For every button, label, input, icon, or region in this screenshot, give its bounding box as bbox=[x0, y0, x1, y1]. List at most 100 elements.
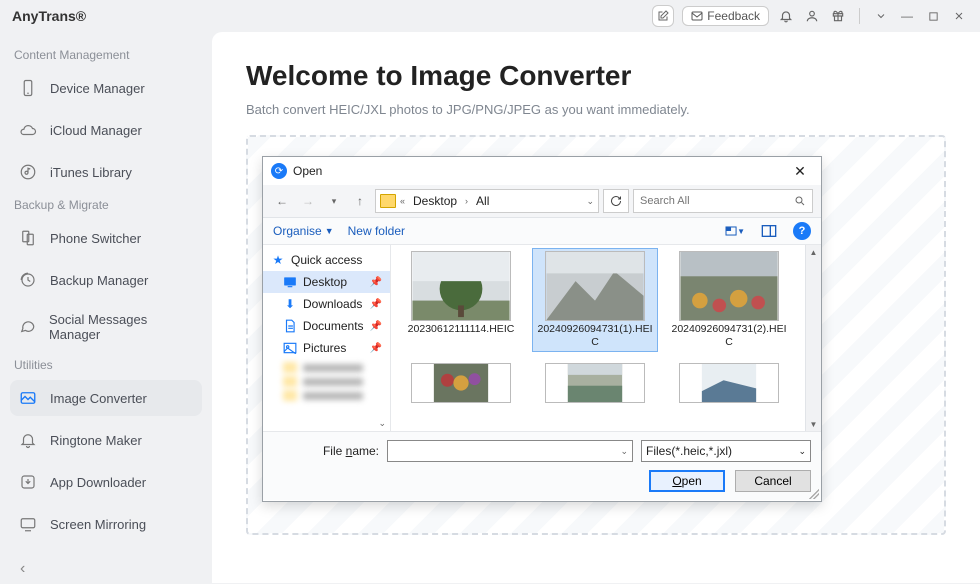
view-mode-button[interactable]: ▼ bbox=[725, 222, 745, 240]
maximize-button[interactable] bbox=[924, 5, 942, 27]
nav-downloads[interactable]: ⬇ Downloads 📌 bbox=[263, 293, 390, 315]
phone-icon bbox=[18, 78, 38, 98]
chevron-left-icon: « bbox=[400, 196, 405, 206]
sidebar-item-phone-switcher[interactable]: Phone Switcher bbox=[10, 220, 202, 256]
user-icon[interactable] bbox=[803, 5, 821, 27]
nav-documents[interactable]: Documents 📌 bbox=[263, 315, 390, 337]
file-item[interactable] bbox=[399, 361, 523, 405]
chat-icon bbox=[18, 317, 37, 337]
organise-menu[interactable]: Organise ▼ bbox=[273, 224, 334, 238]
pin-icon: 📌 bbox=[370, 321, 382, 332]
sidebar-item-label: Ringtone Maker bbox=[50, 433, 142, 448]
section-label: Backup & Migrate bbox=[14, 198, 202, 212]
scrollbar[interactable]: ▲ ▼ bbox=[805, 245, 821, 431]
arrow-down-icon: ⬇ bbox=[283, 297, 297, 311]
app-name: AnyTrans® bbox=[12, 8, 86, 24]
sidebar-item-label: App Downloader bbox=[50, 475, 146, 490]
nav-forward-button: → bbox=[297, 190, 319, 212]
thumbnail bbox=[411, 363, 511, 403]
section-label: Content Management bbox=[14, 48, 202, 62]
search-field[interactable] bbox=[640, 195, 788, 207]
file-item[interactable] bbox=[667, 361, 791, 405]
document-icon bbox=[283, 319, 297, 333]
close-icon[interactable]: ✕ bbox=[787, 160, 813, 182]
nav-item-blurred bbox=[263, 390, 390, 401]
desktop-icon bbox=[283, 275, 297, 289]
filename-input[interactable]: ⌄ bbox=[387, 440, 633, 462]
close-button[interactable] bbox=[950, 5, 968, 27]
phone-switch-icon bbox=[18, 228, 38, 248]
refresh-button[interactable] bbox=[603, 189, 629, 213]
page-title: Welcome to Image Converter bbox=[246, 60, 946, 92]
sidebar-item-ringtone-maker[interactable]: Ringtone Maker bbox=[10, 422, 202, 458]
sidebar-item-app-downloader[interactable]: App Downloader bbox=[10, 464, 202, 500]
file-item[interactable]: 20230612111114.HEIC bbox=[399, 249, 523, 351]
sidebar-item-itunes-library[interactable]: iTunes Library bbox=[10, 154, 202, 190]
sidebar-item-label: Social Messages Manager bbox=[49, 312, 194, 342]
sidebar-item-label: iCloud Manager bbox=[50, 123, 142, 138]
notify-icon[interactable] bbox=[777, 5, 795, 27]
edit-icon[interactable] bbox=[652, 5, 674, 27]
sidebar-item-label: Backup Manager bbox=[50, 273, 148, 288]
filetype-select[interactable]: Files(*.heic,*.jxl) ⌄ bbox=[641, 440, 811, 462]
nav-recent-button[interactable]: ▾ bbox=[323, 190, 345, 212]
file-item[interactable] bbox=[533, 361, 657, 405]
image-icon bbox=[18, 388, 38, 408]
chevron-down-icon[interactable]: ⌄ bbox=[620, 446, 628, 457]
path-segment[interactable]: All bbox=[472, 194, 493, 208]
search-icon bbox=[794, 195, 806, 207]
thumbnail bbox=[545, 363, 645, 403]
new-folder-button[interactable]: New folder bbox=[348, 224, 405, 238]
bell-icon bbox=[18, 430, 38, 450]
sidebar-item-label: Screen Mirroring bbox=[50, 517, 146, 532]
pin-icon: 📌 bbox=[370, 277, 382, 288]
nav-desktop[interactable]: Desktop 📌 bbox=[263, 271, 390, 293]
thumbnail bbox=[545, 251, 645, 321]
resize-handle[interactable] bbox=[809, 489, 819, 499]
nav-quick-access[interactable]: ★ Quick access bbox=[263, 249, 390, 271]
nav-up-button[interactable]: ↑ bbox=[349, 190, 371, 212]
help-icon[interactable]: ? bbox=[793, 222, 811, 240]
sidebar-item-social-messages[interactable]: Social Messages Manager bbox=[10, 304, 202, 350]
sidebar-item-screen-mirroring[interactable]: Screen Mirroring bbox=[10, 506, 202, 542]
file-list[interactable]: 20230612111114.HEIC 20240926094731(1).HE… bbox=[391, 245, 821, 431]
chevron-down-icon[interactable] bbox=[872, 5, 890, 27]
collapse-button[interactable]: ‹ bbox=[10, 554, 35, 584]
sidebar-item-label: Device Manager bbox=[50, 81, 145, 96]
thumbnail bbox=[679, 363, 779, 403]
cancel-button[interactable]: Cancel bbox=[735, 470, 811, 492]
gift-icon[interactable] bbox=[829, 5, 847, 27]
sidebar-item-icloud-manager[interactable]: iCloud Manager bbox=[10, 112, 202, 148]
file-item[interactable]: 20240926094731(1).HEIC bbox=[533, 249, 657, 351]
picture-icon bbox=[283, 341, 297, 355]
sidebar-item-device-manager[interactable]: Device Manager bbox=[10, 70, 202, 106]
scroll-up-icon[interactable]: ▲ bbox=[806, 245, 821, 259]
expand-icon[interactable]: ⌄ bbox=[378, 418, 386, 429]
path-segment[interactable]: Desktop bbox=[409, 194, 461, 208]
feedback-label: Feedback bbox=[707, 9, 760, 23]
nav-back-button[interactable]: ← bbox=[271, 190, 293, 212]
thumbnail bbox=[411, 251, 511, 321]
page-subtitle: Batch convert HEIC/JXL photos to JPG/PNG… bbox=[246, 102, 946, 117]
scroll-down-icon[interactable]: ▼ bbox=[806, 417, 821, 431]
sidebar: Content Management Device Manager iCloud… bbox=[0, 32, 212, 583]
file-item[interactable]: 20240926094731(2).HEIC bbox=[667, 249, 791, 351]
star-icon: ★ bbox=[271, 253, 285, 267]
open-button[interactable]: Open bbox=[649, 470, 725, 492]
preview-pane-button[interactable] bbox=[759, 222, 779, 240]
sidebar-item-label: Image Converter bbox=[50, 391, 147, 406]
dialog-title: Open bbox=[293, 164, 322, 178]
path-field[interactable]: « Desktop › All ⌄ bbox=[375, 189, 599, 213]
nav-pictures[interactable]: Pictures 📌 bbox=[263, 337, 390, 359]
feedback-button[interactable]: Feedback bbox=[682, 6, 769, 26]
sidebar-item-backup-manager[interactable]: Backup Manager bbox=[10, 262, 202, 298]
pin-icon: 📌 bbox=[370, 299, 382, 310]
chevron-down-icon[interactable]: ⌄ bbox=[586, 196, 594, 207]
dialog-titlebar[interactable]: ⟳ Open ✕ bbox=[263, 157, 821, 185]
file-name: 20240926094731(1).HEIC bbox=[535, 323, 655, 349]
sidebar-item-image-converter[interactable]: Image Converter bbox=[10, 380, 202, 416]
search-input[interactable] bbox=[633, 189, 813, 213]
minimize-button[interactable]: — bbox=[898, 5, 916, 27]
sidebar-item-label: iTunes Library bbox=[50, 165, 132, 180]
file-name: 20240926094731(2).HEIC bbox=[669, 323, 789, 349]
